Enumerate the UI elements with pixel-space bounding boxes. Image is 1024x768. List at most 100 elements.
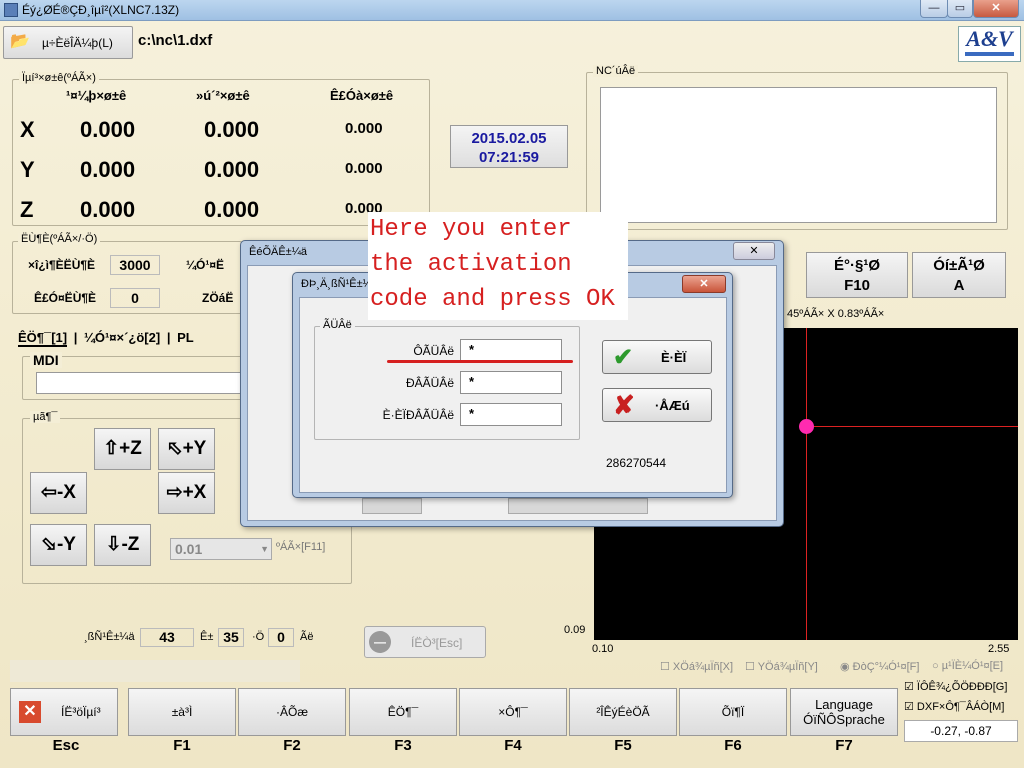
f6-key-label: F6 <box>724 737 742 754</box>
title-bar: Éý¿ØÉ®ÇÐ¸îµî²(XLNC7.13Z) — ▭ ✕ <box>0 0 1024 21</box>
jog-plus-z-button[interactable]: ⇧+Z <box>94 428 151 470</box>
work-coord-header: ¹¤¼þ×ø±ê <box>66 88 127 103</box>
auto-button[interactable]: ×Ô¶¯ <box>459 688 567 736</box>
tab-pl[interactable]: PL <box>177 330 194 345</box>
password-group-label: ÃÜÂë <box>320 319 355 331</box>
checkmark-icon: ✔ <box>613 344 634 371</box>
confirm-password-input[interactable]: * <box>460 403 562 426</box>
mdi-label: MDI <box>30 352 62 368</box>
axis-x-label: X <box>20 117 35 142</box>
maximize-button[interactable]: ▭ <box>947 0 973 18</box>
password-dialog-close-button[interactable]: ✕ <box>682 275 726 293</box>
password-dialog-title: ÐÞ¸Ä¸ßÑ¹Ê±¼ä <box>301 278 378 290</box>
coordinates-label: Ïµí³×ø±ê(ºÁÃ×) <box>19 72 99 84</box>
ok-button[interactable]: ✔ È·ÈÏ <box>602 340 712 374</box>
view-size-label: 45ºÁÃ× X 0.83ºÁÃ× <box>787 308 885 320</box>
time-settings-close-button[interactable]: ✕ <box>733 242 775 260</box>
rotate-option[interactable]: ◉ ÐòÇ°¼Ó¹¤[F] <box>840 660 919 673</box>
tab-bar: ÊÖ¶¯[1] | ¼Ó¹¤×´¿ö[2] | PL <box>18 330 194 347</box>
password-dialog-body: ÃÜÂë Ô­ÃÜÂë * ÐÂÃÜÂë * È·ÈÏÐÂÃÜÂë * ✔ È·… <box>299 297 727 493</box>
f4-key-label: F4 <box>504 737 522 754</box>
seconds-label: Ãë <box>300 631 314 643</box>
hours-label: Ê± <box>200 631 214 643</box>
x-remain-value: 0.000 <box>345 120 383 137</box>
down-arrow-icon: ⇩ <box>105 534 122 555</box>
step-value: 0.01 <box>175 541 203 557</box>
parameters-button[interactable]: ²ÎÊýÉèÖÃ <box>569 688 677 736</box>
minimize-button[interactable]: — <box>920 0 948 18</box>
stop-icon: — <box>369 631 391 653</box>
exit-label: ÍË³öÏµí³ <box>61 705 101 719</box>
reset-button[interactable]: — ÍËÒ³[Esc] <box>364 626 486 658</box>
annotation-underline <box>387 360 573 363</box>
exit-button[interactable]: ✕ ÍË³öÏµí³ <box>10 688 118 736</box>
brand-logo: A&V <box>958 26 1021 62</box>
load-file-label: µ÷ÈëÎÄ¼þ(L) <box>42 36 113 50</box>
esc-key-label: Esc <box>52 737 80 754</box>
folder-icon: 📂 <box>10 33 30 50</box>
view-y-value: 0.09 <box>564 624 586 636</box>
jog-minus-y-button[interactable]: ⬂-Y <box>30 524 87 566</box>
datetime-display: 2015.02.05 07:21:59 <box>450 125 568 168</box>
simulate-button[interactable]: ·ÂÕæ <box>238 688 346 736</box>
f5-key-label: F5 <box>614 737 632 754</box>
jog-minus-x-button[interactable]: ⇦-X <box>30 472 87 514</box>
load-file-button[interactable]: 📂 µ÷ÈëÎÄ¼þ(L) <box>3 26 133 59</box>
max-speed-label: ×î¿ì¶ÈËÙ¶È <box>28 258 96 272</box>
machine-coord-header: »ú´²×ø±ê <box>196 88 250 103</box>
close-button[interactable]: ✕ <box>973 0 1019 18</box>
manual-button[interactable]: ÊÖ¶¯ <box>349 688 457 736</box>
speed-group-label: ËÙ¶È(ºÁÃ×/·Ö) <box>18 233 101 245</box>
activation-code-text: 286270544 <box>606 456 667 470</box>
reverse-option[interactable]: ○ µ¹ÏÈ¼Ó¹¤[E] <box>932 660 1003 672</box>
y-remain-value: 0.000 <box>345 160 383 177</box>
logo-text: A&V <box>966 26 1013 51</box>
close-icon: ✕ <box>19 701 41 723</box>
time-settings-cancel-button[interactable] <box>508 498 648 514</box>
annotation-line-1: Here you enter <box>370 216 572 243</box>
cancel-button[interactable]: ✘ ·ÅÆú <box>602 388 712 422</box>
nc-code-textarea[interactable] <box>600 87 997 223</box>
axis-z-label: Z <box>20 197 34 222</box>
tab-process[interactable]: ¼Ó¹¤×´¿ö[2] <box>84 330 160 345</box>
jog-plus-x-button[interactable]: ⇨+X <box>158 472 215 514</box>
a-key-button[interactable]: Óí±Ã¹Ø A <box>912 252 1006 298</box>
reset-label: ÍËÒ³[Esc] <box>411 636 463 650</box>
right-arrow-icon: ⇨ <box>166 482 183 503</box>
f10-label: É°·§¹Ø <box>833 257 880 274</box>
jog-group-label: µã¶¯ <box>30 411 61 423</box>
hours-value: 43 <box>140 628 194 647</box>
date-text: 2015.02.05 <box>471 130 547 147</box>
view-x-max: 2.55 <box>988 643 1010 655</box>
max-speed-value[interactable]: 3000 <box>110 255 160 275</box>
jog-plus-y-button[interactable]: ⬁+Y <box>158 428 215 470</box>
new-password-input[interactable]: * <box>460 371 562 394</box>
ok-label: È·ÈÏ <box>661 350 687 365</box>
old-password-label: Ô­ÃÜÂë <box>413 344 454 358</box>
tab-manual[interactable]: ÊÖ¶¯[1] <box>18 330 68 347</box>
x-axis-line <box>806 426 1018 427</box>
y-axis-line <box>806 328 807 640</box>
language-button[interactable]: Language ÓïÑÔSprache <box>790 688 898 736</box>
cancel-label: ·ÅÆú <box>655 398 690 413</box>
minutes-value: 35 <box>218 628 244 647</box>
dxf-option[interactable]: ☑ DXF×Ô¶¯ÂÁÒ[M] <box>904 700 1022 713</box>
step-select[interactable]: 0.01 ▼ <box>170 538 272 560</box>
remain-speed-label: Ê£Ó¤ËÙ¶È <box>34 291 97 305</box>
diagnose-button[interactable]: Õï¶Ï <box>679 688 787 736</box>
f10-key-button[interactable]: É°·§¹Ø F10 <box>806 252 908 298</box>
jog-minus-z-button[interactable]: ⇩-Z <box>94 524 151 566</box>
remain-speed-value[interactable]: 0 <box>110 288 160 308</box>
cursor-coordinates: -0.27, -0.87 <box>904 720 1018 742</box>
y-mirror-option[interactable]: ☐ YÖá¾µÏñ[Y] <box>745 660 818 673</box>
annotation-line-2: the activation <box>370 251 572 278</box>
x-work-value: 0.000 <box>80 117 136 142</box>
seconds-value: 0 <box>268 628 294 647</box>
auto-snap-option[interactable]: ☑ ÏÔÊ¾¿ÕÖÐÐÐ[G] <box>904 680 1022 693</box>
axis-y-label: Y <box>20 157 35 182</box>
old-password-input[interactable]: * <box>460 339 562 362</box>
x-mirror-option[interactable]: ☐ XÖá¾µÏñ[X] <box>660 660 733 673</box>
program-button[interactable]: ±à³Ì <box>128 688 236 736</box>
time-settings-ok-button[interactable] <box>362 498 422 514</box>
view-x-min: 0.10 <box>592 643 614 655</box>
